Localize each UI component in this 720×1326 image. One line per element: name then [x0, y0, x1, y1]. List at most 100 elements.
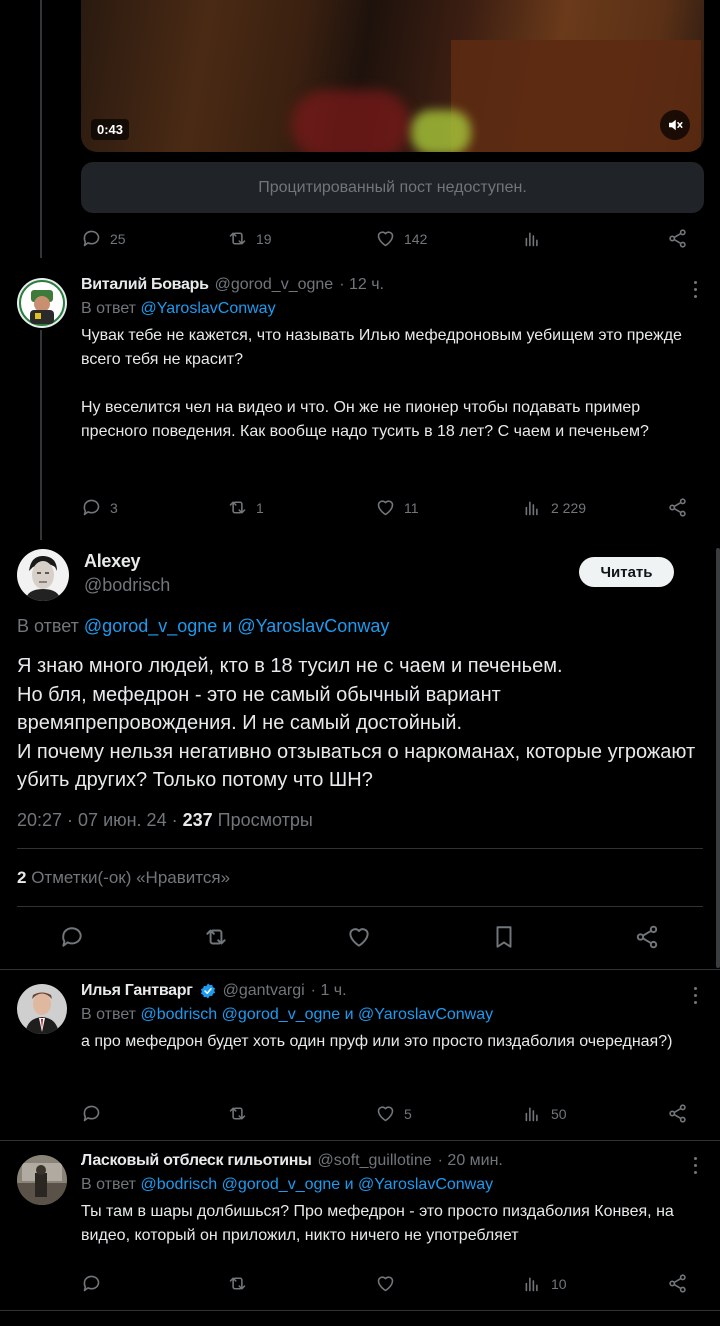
author-handle[interactable]: @gorod_v_ogne [215, 276, 334, 294]
views-chart-icon [525, 1277, 538, 1292]
reply-post[interactable]: Ласковый отблеск гильотины @soft_guillot… [81, 1152, 701, 1248]
like-count: 142 [404, 230, 428, 247]
share-icon [669, 229, 686, 248]
views-button[interactable]: 10 [522, 1273, 567, 1294]
main-author-name[interactable]: Alexey [84, 551, 141, 572]
like-button[interactable] [346, 924, 372, 955]
divider [0, 969, 720, 970]
follow-button[interactable]: Читать [579, 557, 674, 587]
views-number: 237 [182, 810, 213, 830]
repost-count: 1 [256, 499, 264, 516]
reply-icon [83, 1275, 100, 1292]
top-post-actions: 25 19 142 [81, 228, 691, 252]
author-name[interactable]: Ласковый отблеск гильотины [81, 1152, 312, 1170]
bookmark-icon [496, 926, 512, 948]
quoted-post-unavailable: Процитированный пост недоступен. [81, 162, 704, 213]
mention-link[interactable]: @bodrisch @gorod_v_ogne и @YaroslavConwa… [140, 1176, 493, 1193]
like-count: 11 [404, 499, 419, 516]
repost-icon [229, 232, 246, 245]
post-time: · 20 мин. [437, 1152, 503, 1169]
repost-button[interactable] [227, 1273, 248, 1294]
share-icon [669, 1104, 686, 1123]
reply-icon [83, 499, 100, 516]
like-button[interactable]: 5 [375, 1103, 412, 1124]
repost-button[interactable]: 1 [227, 497, 264, 518]
main-post-actions [0, 924, 720, 954]
likes-summary[interactable]: 2 Отметки(-ок) «Нравится» [17, 868, 230, 888]
main-author-handle[interactable]: @bodrisch [84, 575, 170, 596]
reply-button[interactable] [59, 924, 85, 955]
repost-icon [229, 501, 246, 514]
author-name[interactable]: Виталий Боварь [81, 276, 209, 294]
reply-post[interactable]: Виталий Боварь @gorod_v_ogne · 12 ч. В о… [81, 276, 701, 444]
repost-icon [206, 929, 226, 945]
heart-icon [377, 1106, 394, 1122]
mention-link[interactable]: @gorod_v_ogne и @YaroslavConway [84, 616, 389, 636]
more-options-button[interactable] [694, 281, 698, 298]
views-count: 2 229 [551, 499, 587, 516]
reply-icon [62, 927, 82, 947]
reply-button[interactable] [81, 1273, 102, 1294]
share-button[interactable] [667, 228, 688, 249]
repost-button[interactable] [203, 924, 229, 955]
reply3-actions: 10 [81, 1273, 691, 1297]
mention-link[interactable]: @bodrisch @gorod_v_ogne и @YaroslavConwa… [140, 1006, 493, 1023]
video-player[interactable]: 0:43 [81, 0, 704, 152]
post-text: Чувак тебе не кажется, что называть Илью… [81, 327, 682, 440]
speaker-muted-icon [669, 119, 683, 131]
author-handle[interactable]: @gantvargi [223, 982, 305, 1000]
repost-button[interactable]: 19 [227, 228, 272, 249]
share-button[interactable] [667, 1103, 688, 1124]
heart-icon [349, 928, 369, 947]
more-options-button[interactable] [694, 1157, 698, 1174]
share-button[interactable] [667, 497, 688, 518]
main-author-avatar[interactable] [17, 549, 69, 601]
views-label: Просмотры [212, 810, 313, 830]
like-button[interactable] [375, 1273, 396, 1294]
divider [0, 1140, 720, 1141]
reply-button[interactable] [81, 1103, 102, 1124]
mention-link[interactable]: @YaroslavConway [140, 300, 275, 317]
repost-count: 19 [256, 230, 272, 247]
post-text: Ты там в шары долбишься? Про мефедрон - … [81, 1203, 679, 1244]
reply-count: 25 [110, 230, 126, 247]
avatar[interactable] [17, 984, 67, 1034]
reply-button[interactable]: 25 [81, 228, 126, 249]
more-options-button[interactable] [694, 987, 698, 1004]
divider [17, 848, 703, 849]
views-button[interactable]: 50 [522, 1103, 567, 1124]
heart-icon [377, 500, 394, 516]
heart-icon [377, 231, 394, 247]
bookmark-button[interactable] [491, 924, 517, 955]
replying-to: В ответ @bodrisch @gorod_v_ogne и @Yaros… [81, 1176, 494, 1193]
share-button[interactable] [667, 1273, 688, 1294]
main-replying-to: В ответ @gorod_v_ogne и @YaroslavConway [17, 616, 390, 636]
avatar[interactable] [17, 1155, 67, 1205]
repost-button[interactable] [227, 1103, 248, 1124]
views-button[interactable]: 2 229 [522, 497, 586, 518]
mute-button[interactable] [660, 110, 690, 140]
author-handle[interactable]: @soft_guillotine [318, 1152, 432, 1170]
like-count: 5 [404, 1105, 412, 1122]
avatar[interactable] [17, 278, 67, 328]
heart-icon [377, 1276, 394, 1292]
share-button[interactable] [634, 924, 660, 955]
post-time: · 1 ч. [310, 982, 347, 999]
like-button[interactable]: 11 [375, 497, 419, 518]
repost-icon [229, 1107, 246, 1120]
views-button[interactable] [522, 228, 543, 249]
video-duration: 0:43 [91, 119, 130, 140]
post-text: а про мефедрон будет хоть один пруф или … [81, 1033, 673, 1050]
reply-icon [83, 1105, 100, 1122]
scrollbar[interactable] [716, 548, 720, 968]
replying-to: В ответ @bodrisch @gorod_v_ogne и @Yaros… [81, 1006, 494, 1023]
like-button[interactable]: 142 [375, 228, 427, 249]
reply-post[interactable]: Илья Гантварг @gantvargi · 1 ч. В ответ … [81, 982, 701, 1054]
share-icon [636, 925, 658, 949]
post-meta: 20:27 · 07 июн. 24 · 237 Просмотры [17, 810, 313, 831]
views-chart-icon [525, 1107, 538, 1122]
reply-button[interactable]: 3 [81, 497, 118, 518]
reply-icon [83, 230, 100, 247]
post-datetime[interactable]: 20:27 · 07 июн. 24 · [17, 810, 183, 830]
author-name[interactable]: Илья Гантварг [81, 982, 193, 1000]
